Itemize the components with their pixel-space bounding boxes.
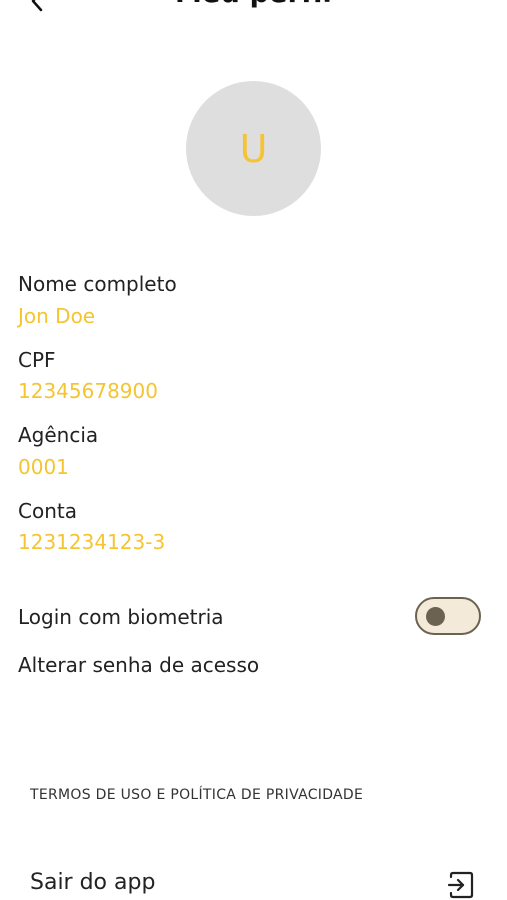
biometric-toggle[interactable] <box>415 597 481 635</box>
terms-privacy-link[interactable]: TERMOS DE USO E POLÍTICA DE PRIVACIDADE <box>30 787 363 803</box>
profile-screen: Meu perfil U Nome completo Jon Doe CPF 1… <box>0 0 507 900</box>
page-title: Meu perfil <box>0 0 507 9</box>
field-label-conta: Conta <box>18 499 77 523</box>
field-label-cpf: CPF <box>18 348 56 372</box>
header: Meu perfil <box>0 0 507 22</box>
change-password-link[interactable]: Alterar senha de acesso <box>18 653 259 677</box>
avatar: U <box>186 81 321 216</box>
field-value-cpf: 12345678900 <box>18 379 158 403</box>
toggle-knob <box>426 607 445 626</box>
field-value-conta: 1231234123-3 <box>18 530 166 554</box>
field-label-nome: Nome completo <box>18 272 177 296</box>
avatar-initial: U <box>239 126 268 171</box>
logout-icon <box>447 871 474 899</box>
logout-button[interactable]: Sair do app <box>0 860 507 900</box>
field-label-agencia: Agência <box>18 423 99 447</box>
field-value-nome: Jon Doe <box>18 304 96 328</box>
field-value-agencia: 0001 <box>18 455 69 479</box>
biometric-login-label: Login com biometria <box>18 605 224 629</box>
logout-label: Sair do app <box>30 870 156 895</box>
